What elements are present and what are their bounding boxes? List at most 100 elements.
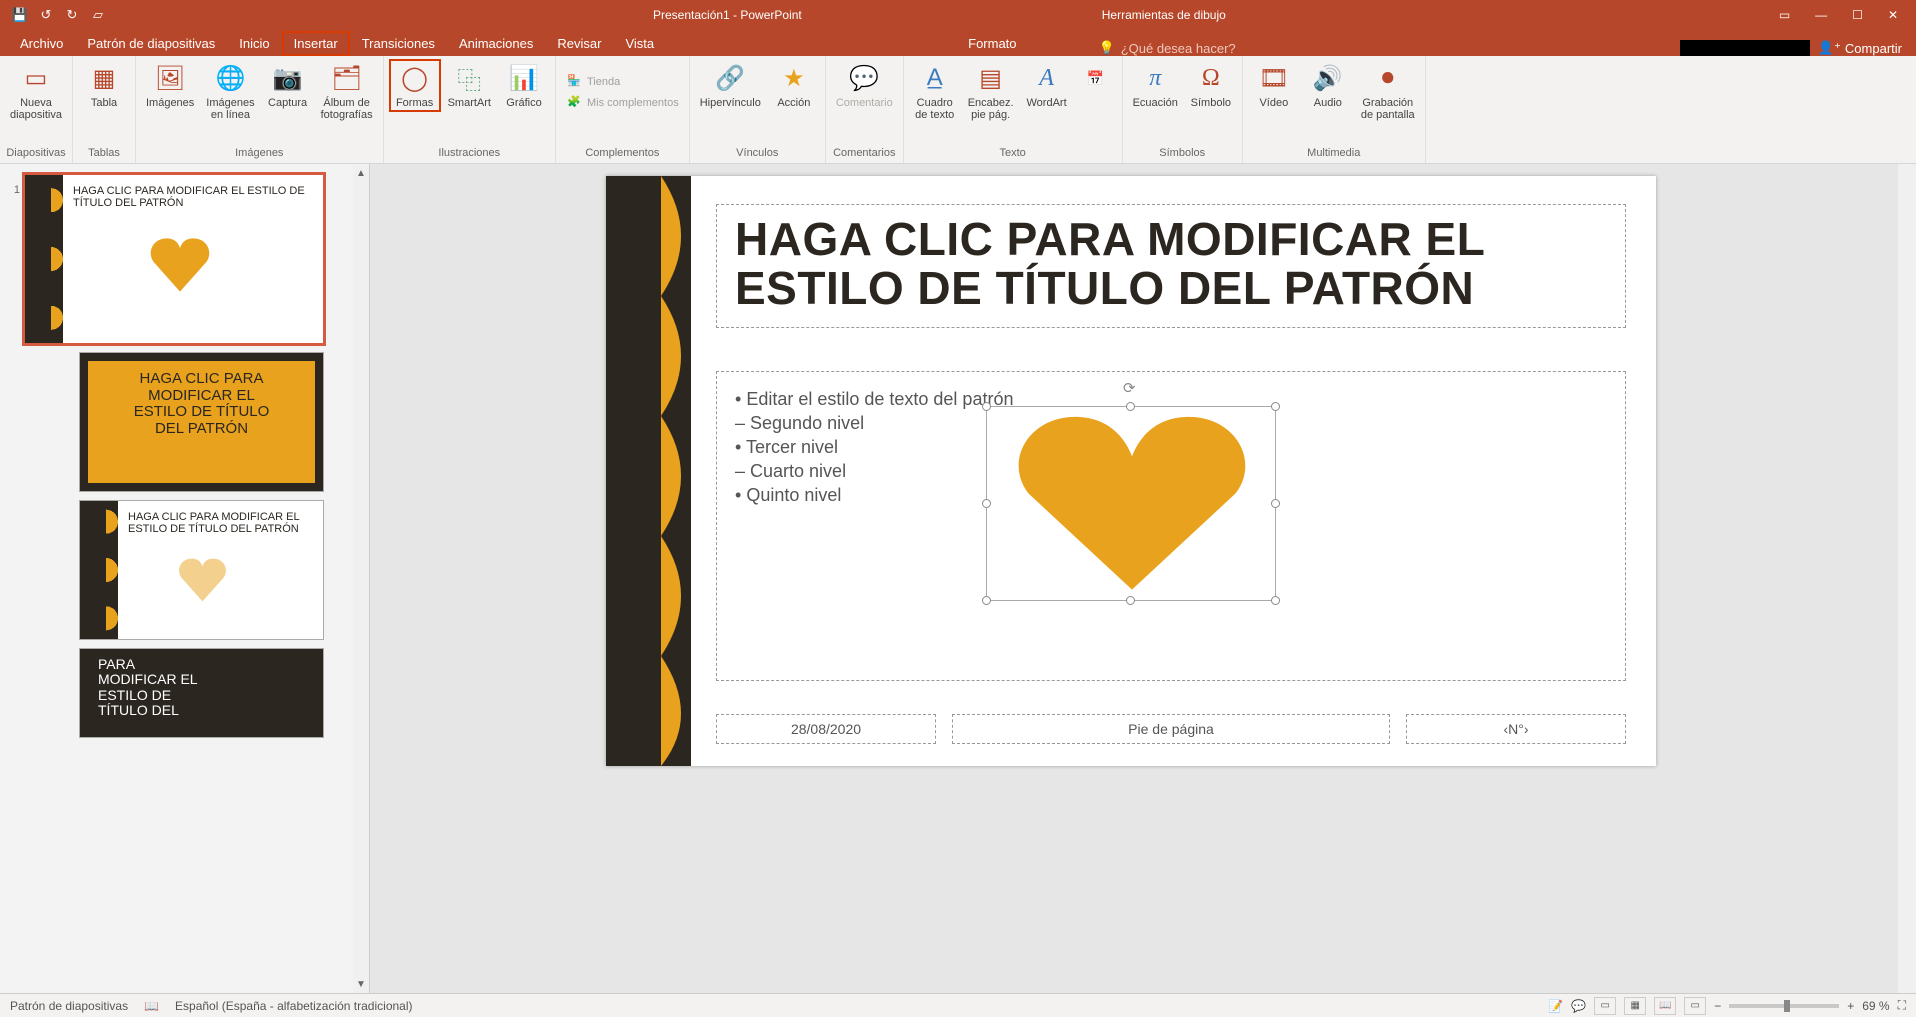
vertical-scrollbar[interactable] <box>1898 164 1916 993</box>
thumbnail-scrollbar[interactable]: ▲ ▼ <box>353 164 369 993</box>
resize-handle[interactable] <box>982 596 991 605</box>
notes-button[interactable]: 📝 <box>1548 999 1563 1013</box>
action-button[interactable]: ★Acción <box>769 60 819 111</box>
comment-button: 💬Comentario <box>832 60 897 111</box>
resize-handle[interactable] <box>1126 402 1135 411</box>
equation-button[interactable]: πEcuación <box>1129 60 1182 111</box>
reading-view-button[interactable]: 📖 <box>1654 997 1676 1015</box>
myaddins-label: Mis complementos <box>587 97 679 109</box>
resize-handle[interactable] <box>982 402 991 411</box>
date-placeholder[interactable]: 28/08/2020 <box>716 714 936 744</box>
thumb3-title: HAGA CLIC PARA MODIFICAR EL ESTILO DE TÍ… <box>128 511 317 535</box>
my-addins-button[interactable]: 🧩Mis complementos <box>562 93 683 113</box>
video-button[interactable]: 🎞Vídeo <box>1249 60 1299 111</box>
textbox-button[interactable]: A̲ Cuadro de texto <box>910 60 960 123</box>
symbol-button[interactable]: ΩSímbolo <box>1186 60 1236 111</box>
save-icon[interactable]: 💾 <box>12 7 28 23</box>
slide-thumbnail-pane[interactable]: 1 HAGA CLIC PARA MODIFICAR EL ESTILO DE … <box>0 164 370 993</box>
footer-placeholder[interactable]: Pie de página <box>952 714 1390 744</box>
comments-status-button[interactable]: 💬 <box>1571 999 1586 1013</box>
textbox-label: Cuadro de texto <box>915 97 954 121</box>
tab-transitions[interactable]: Transiciones <box>350 31 447 56</box>
online-images-button[interactable]: 🌐Imágenes en línea <box>202 60 258 123</box>
spell-check-icon[interactable]: 📖 <box>144 999 159 1013</box>
resize-handle[interactable] <box>982 499 991 508</box>
layout-thumbnail[interactable]: HAGA CLIC PARA MODIFICAR EL ESTILO DE TÍ… <box>79 352 324 492</box>
video-icon: 🎞 <box>1258 62 1290 94</box>
account-name[interactable] <box>1680 40 1810 56</box>
chart-button[interactable]: 📊Gráfico <box>499 60 549 111</box>
scroll-up-icon[interactable]: ▲ <box>353 164 369 182</box>
group-tables-label: Tablas <box>79 145 129 161</box>
photo-album-button[interactable]: 🗂Álbum de fotografías <box>317 60 377 123</box>
minimize-icon[interactable]: — <box>1815 8 1827 22</box>
tab-home[interactable]: Inicio <box>227 31 281 56</box>
audio-button[interactable]: 🔊Audio <box>1303 60 1353 111</box>
slide-canvas[interactable]: HAGA CLIC PARA MODIFICAR EL ESTILO DE TÍ… <box>606 176 1656 766</box>
header-footer-button[interactable]: ▤Encabez. pie pág. <box>964 60 1018 123</box>
master-thumbnail[interactable]: HAGA CLIC PARA MODIFICAR EL ESTILO DE TÍ… <box>24 174 324 344</box>
textbox-icon: A̲ <box>919 62 951 94</box>
scroll-down-icon[interactable]: ▼ <box>353 975 369 993</box>
tell-me-search[interactable]: 💡 ¿Qué desea hacer? <box>1099 40 1236 56</box>
tab-file[interactable]: Archivo <box>8 31 75 56</box>
omega-icon: Ω <box>1195 62 1227 94</box>
table-button[interactable]: ▦Tabla <box>79 60 129 111</box>
tab-format[interactable]: Formato <box>956 31 1028 56</box>
slide-number-placeholder[interactable]: ‹N°› <box>1406 714 1626 744</box>
wordart-button[interactable]: AWordArt <box>1022 60 1072 111</box>
ribbon-options-icon[interactable]: ▭ <box>1779 8 1790 22</box>
shapes-button[interactable]: ◯Formas <box>390 60 440 111</box>
link-icon: 🔗 <box>714 62 746 94</box>
heart-icon <box>145 235 215 295</box>
group-slides-label: Diapositivas <box>6 145 66 161</box>
hyperlink-button[interactable]: 🔗Hipervínculo <box>696 60 765 111</box>
sorter-view-button[interactable]: ▦ <box>1624 997 1646 1015</box>
slide-editor[interactable]: HAGA CLIC PARA MODIFICAR EL ESTILO DE TÍ… <box>370 164 1916 993</box>
capture-label: Captura <box>268 97 307 109</box>
share-button[interactable]: 👤⁺ Compartir <box>1818 40 1902 56</box>
smartart-button[interactable]: ⿻SmartArt <box>444 60 495 111</box>
layout-thumbnail[interactable]: HAGA CLIC PARA MODIFICAR EL ESTILO DE TÍ… <box>79 500 324 640</box>
tab-view[interactable]: Vista <box>613 31 666 56</box>
smartart-icon: ⿻ <box>453 62 485 94</box>
master-title-placeholder[interactable]: HAGA CLIC PARA MODIFICAR EL ESTILO DE TÍ… <box>716 204 1626 328</box>
resize-handle[interactable] <box>1271 596 1280 605</box>
normal-view-button[interactable]: ▭ <box>1594 997 1616 1015</box>
tab-review[interactable]: Revisar <box>545 31 613 56</box>
resize-handle[interactable] <box>1271 402 1280 411</box>
zoom-in-button[interactable]: + <box>1847 999 1854 1013</box>
layout-thumbnail[interactable]: PARA MODIFICAR EL ESTILO DE TÍTULO DEL <box>79 648 324 738</box>
group-symbols-label: Símbolos <box>1129 145 1236 161</box>
selected-heart-shape[interactable]: ⟳ <box>986 406 1276 601</box>
new-slide-label: Nueva diapositiva <box>10 97 62 121</box>
online-images-icon: 🌐 <box>214 62 246 94</box>
workspace: 1 HAGA CLIC PARA MODIFICAR EL ESTILO DE … <box>0 164 1916 993</box>
new-slide-button[interactable]: ▭Nueva diapositiva <box>6 60 66 123</box>
images-button[interactable]: 🖼Imágenes <box>142 60 198 111</box>
tab-animations[interactable]: Animaciones <box>447 31 545 56</box>
chart-icon: 📊 <box>508 62 540 94</box>
zoom-slider[interactable] <box>1729 1004 1839 1008</box>
undo-icon[interactable]: ↺ <box>38 7 54 23</box>
zoom-level[interactable]: 69 % <box>1862 999 1889 1013</box>
rotate-handle-icon[interactable]: ⟳ <box>1123 379 1139 395</box>
maximize-icon[interactable]: ☐ <box>1852 8 1863 22</box>
tab-slide-master[interactable]: Patrón de diapositivas <box>75 31 227 56</box>
tab-insert[interactable]: Insertar <box>282 31 350 56</box>
language-status[interactable]: Español (España - alfabetización tradici… <box>175 999 412 1013</box>
redo-icon[interactable]: ↻ <box>64 7 80 23</box>
store-button[interactable]: 🏪Tienda <box>562 72 683 92</box>
resize-handle[interactable] <box>1271 499 1280 508</box>
close-icon[interactable]: ✕ <box>1888 8 1898 22</box>
header-icon: ▤ <box>975 62 1007 94</box>
text-extras-button[interactable]: 📅 <box>1076 60 1116 96</box>
heart-icon <box>175 556 230 604</box>
screenshot-button[interactable]: 📷Captura <box>263 60 313 111</box>
slideshow-view-button[interactable]: ▭ <box>1684 997 1706 1015</box>
zoom-out-button[interactable]: − <box>1714 999 1721 1013</box>
resize-handle[interactable] <box>1126 596 1135 605</box>
fit-to-window-button[interactable]: ⛶ <box>1898 998 1906 1013</box>
start-slideshow-icon[interactable]: ▱ <box>90 7 106 23</box>
screen-recording-button[interactable]: ⏺Grabación de pantalla <box>1357 60 1419 123</box>
